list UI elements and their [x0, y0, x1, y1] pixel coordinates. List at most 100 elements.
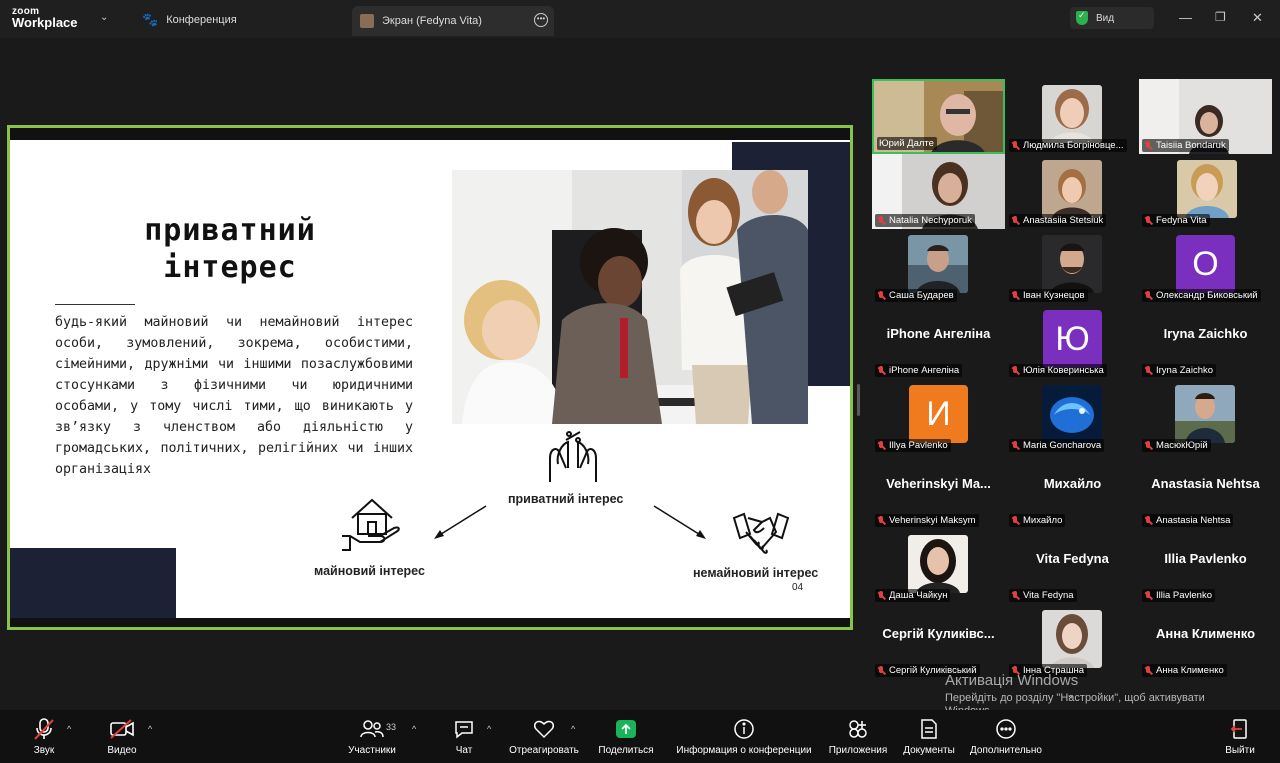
participant-tile[interactable]: Fedyna Vita	[1139, 154, 1272, 229]
audio-button[interactable]: Звук	[26, 716, 62, 756]
participant-tile[interactable]: Veherinskyi Ma... Veherinskyi Maksym	[872, 454, 1005, 529]
participant-tile[interactable]: Vita Fedyna Vita Fedyna	[1006, 529, 1139, 604]
participant-tile[interactable]: Iryna Zaichko Iryna Zaichko	[1139, 304, 1272, 379]
chevron-down-icon[interactable]: ⌄	[100, 12, 108, 23]
more-button[interactable]: Дополнительно	[966, 716, 1046, 756]
participant-tile[interactable]: Саша Бударев	[872, 229, 1005, 304]
meeting-info-label: Информация о конференции	[676, 745, 812, 756]
apps-button[interactable]: Приложения	[826, 716, 890, 756]
participant-tile[interactable]: Даша Чайкун	[872, 529, 1005, 604]
participant-tile[interactable]: O Олександр Биковський	[1139, 229, 1272, 304]
participant-name: Maria Goncharova	[1023, 440, 1102, 451]
participant-tile[interactable]: Taisiia Bondaruk	[1139, 79, 1272, 154]
participants-options-caret-icon[interactable]: ^	[412, 724, 416, 734]
meeting-toolbar: Звук ^ Видео ^ Участники 33 ^ Чат ^ Отре…	[0, 710, 1280, 763]
participant-tile[interactable]: Михайло Михайло	[1006, 454, 1139, 529]
mic-muted-icon	[1011, 590, 1020, 601]
participant-tile[interactable]: И Illya Pavlenko	[872, 379, 1005, 454]
react-options-caret-icon[interactable]: ^	[571, 724, 575, 734]
mic-muted-icon	[1144, 365, 1153, 376]
mic-muted-icon	[1144, 140, 1153, 151]
participant-tile[interactable]: Ю Юлія Коверинська	[1006, 304, 1139, 379]
participant-name-tag: Даша Чайкун	[875, 589, 951, 602]
video-options-caret-icon[interactable]: ^	[148, 724, 152, 734]
leave-button[interactable]: Выйти	[1220, 716, 1260, 756]
mic-muted-icon	[877, 365, 886, 376]
meeting-tab[interactable]: 🐾 Конференция	[142, 12, 237, 28]
mic-muted-icon	[1144, 590, 1153, 601]
participant-tile[interactable]: Юрий Далте	[872, 79, 1005, 154]
mic-muted-icon	[877, 290, 886, 301]
participant-initial-avatar: Ю	[1043, 310, 1102, 368]
participant-name-tag: МасюкЮрій	[1142, 439, 1211, 452]
maximize-icon[interactable]: ❐	[1215, 10, 1226, 24]
zoom-workplace-logo[interactable]: zoom Workplace	[12, 6, 78, 29]
participant-name: МасюкЮрій	[1156, 440, 1208, 451]
participant-video	[1042, 160, 1102, 218]
close-icon[interactable]: ✕	[1252, 10, 1263, 26]
participant-display-name: iPhone Ангеліна	[886, 326, 991, 341]
participant-tile[interactable]: Анна Клименко Анна Клименко	[1139, 604, 1272, 679]
view-button[interactable]: Вид	[1070, 7, 1154, 29]
chat-button[interactable]: Чат	[450, 716, 478, 756]
more-label: Дополнительно	[970, 745, 1042, 756]
participant-tile[interactable]: Illia Pavlenko Illia Pavlenko	[1139, 529, 1272, 604]
share-arrow-icon	[597, 716, 655, 742]
participant-name-tag: Illia Pavlenko	[1142, 589, 1215, 602]
meeting-info-button[interactable]: Информация о конференции	[672, 716, 816, 756]
react-label: Отреагировать	[509, 745, 579, 756]
participant-name-tag: Illya Pavlenko	[875, 439, 951, 452]
participant-name-tag: Юлія Коверинська	[1009, 364, 1107, 377]
more-options-icon[interactable]: •••	[534, 13, 548, 27]
participant-video	[908, 235, 968, 293]
participant-video	[1042, 385, 1102, 443]
more-dots-icon	[966, 716, 1046, 742]
participants-count: 33	[386, 722, 397, 732]
participant-tile[interactable]: Іван Кузнецов	[1006, 229, 1139, 304]
minimize-icon[interactable]: —	[1179, 10, 1192, 25]
audio-options-caret-icon[interactable]: ^	[67, 724, 71, 734]
react-button[interactable]: Отреагировать	[506, 716, 582, 756]
participant-display-name: Vita Fedyna	[1036, 551, 1109, 566]
shared-screen-area: приватний інтерес будь-який майновий чи …	[0, 38, 866, 710]
share-screen-button[interactable]: Поделиться	[597, 716, 655, 756]
participant-name: Illya Pavlenko	[889, 440, 948, 451]
participant-tile[interactable]: Людмила Богріновце...	[1006, 79, 1139, 154]
participant-tile[interactable]: Anastasiia Stetsiuk	[1006, 154, 1139, 229]
paw-icon: 🐾	[142, 12, 159, 27]
participant-tile[interactable]: Natalia Nechyporuk	[872, 154, 1005, 229]
mic-off-icon	[26, 716, 62, 742]
mic-muted-icon	[1011, 290, 1020, 301]
sharer-avatar	[360, 14, 374, 28]
participant-name: Anastasiia Stetsiuk	[1023, 215, 1104, 226]
participant-tile[interactable]: Maria Goncharova	[1006, 379, 1139, 454]
participant-name-tag: Михайло	[1009, 514, 1066, 527]
diagram-right-label: немайновий інтерес	[693, 566, 819, 580]
screen-share-tab[interactable]: Экран (Fedyna Vita) •••	[352, 6, 554, 36]
activation-message: Перейдіть до розділу "Настройки", щоб ак…	[945, 692, 1205, 704]
mic-muted-icon	[1144, 515, 1153, 526]
participant-tile[interactable]: Сергій Куликівс... Сергій Куликівський	[872, 604, 1005, 679]
documents-button[interactable]: Документы	[900, 716, 958, 756]
participant-name: Юлія Коверинська	[1023, 365, 1104, 376]
presentation-slide: приватний інтерес будь-який майновий чи …	[10, 140, 850, 618]
participant-name: Юрий Далте	[879, 138, 934, 149]
participant-tile[interactable]: Anastasia Nehtsa Anastasia Nehtsa	[1139, 454, 1272, 529]
shared-content-frame: приватний інтерес будь-який майновий чи …	[7, 125, 853, 630]
hands-percent-icon	[544, 428, 602, 489]
video-label: Видео	[107, 745, 137, 756]
participant-tile[interactable]: iPhone Ангеліна iPhone Ангеліна	[872, 304, 1005, 379]
slide-decoration-bottom	[10, 548, 176, 618]
participant-name: Олександр Биковський	[1156, 290, 1258, 301]
participant-name-tag: iPhone Ангеліна	[875, 364, 963, 377]
panel-resize-handle[interactable]	[857, 384, 860, 416]
participant-display-name: Anastasia Nehtsa	[1151, 476, 1260, 491]
participant-tile[interactable]: Інна Страшна	[1006, 604, 1139, 679]
slide-title-line1: приватний	[144, 213, 316, 248]
mic-muted-icon	[1011, 515, 1020, 526]
participant-tile[interactable]: МасюкЮрій	[1139, 379, 1272, 454]
video-button[interactable]: Видео	[102, 716, 142, 756]
chat-options-caret-icon[interactable]: ^	[487, 724, 491, 734]
title-bar: zoom Workplace ⌄ 🐾 Конференция Экран (Fe…	[0, 0, 1280, 38]
leave-door-icon	[1220, 716, 1260, 742]
